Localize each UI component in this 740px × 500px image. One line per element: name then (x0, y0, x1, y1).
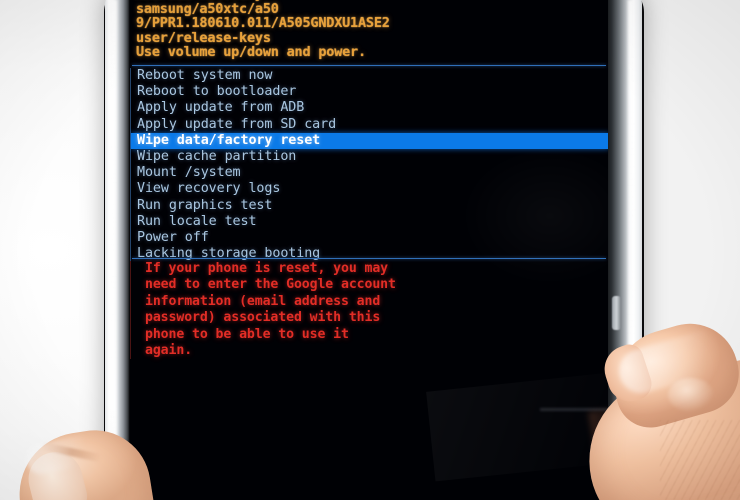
menu-item-run-graphics-test[interactable]: Run graphics test (131, 198, 608, 214)
menu-item-reboot-system-now[interactable]: Reboot system now (131, 68, 608, 84)
menu-item-mount-system[interactable]: Mount /system (131, 165, 608, 181)
screenshot-scene: Android Recovery samsung/a50xtc/a50 9/PP… (0, 0, 740, 500)
power-button[interactable] (612, 296, 621, 330)
warning-line-3: information (email address and (145, 293, 381, 309)
menu-item-lacking-storage-booting[interactable]: Lacking storage booting (131, 246, 608, 262)
menu-item-power-off[interactable]: Power off (131, 230, 608, 246)
menu-item-apply-update-from-adb[interactable]: Apply update from ADB (131, 100, 608, 116)
reset-warning-block: If your phone is reset, you may need to … (130, 261, 608, 360)
phone-left-rail-highlight (112, 0, 117, 500)
warning-line-5: phone to be able to use it (145, 326, 349, 342)
warning-line-2: need to enter the Google account (145, 277, 396, 293)
menu-divider (132, 258, 606, 259)
warning-line-4: password) associated with this (145, 310, 381, 326)
menu-item-reboot-to-bootloader[interactable]: Reboot to bootloader (131, 84, 608, 100)
header-divider (132, 65, 606, 66)
right-hand-hair-texture (660, 420, 740, 500)
menu-item-run-locale-test[interactable]: Run locale test (131, 214, 608, 230)
header-line-device: samsung/a50xtc/a50 (136, 0, 279, 17)
phone-left-rail (105, 0, 129, 500)
menu-item-wipe-data-factory-reset[interactable]: Wipe data/factory reset (131, 132, 608, 149)
recovery-screen: Android Recovery samsung/a50xtc/a50 9/PP… (130, 0, 608, 500)
warning-line-1: If your phone is reset, you may (145, 261, 389, 276)
recovery-menu: Reboot system now Reboot to bootloader A… (130, 68, 608, 263)
recovery-header: Android Recovery samsung/a50xtc/a50 9/PP… (130, 0, 608, 60)
menu-item-view-recovery-logs[interactable]: View recovery logs (131, 181, 608, 197)
menu-item-apply-update-from-sd-card[interactable]: Apply update from SD card (131, 117, 608, 133)
header-line-instructions: Use volume up/down and power. (136, 44, 366, 61)
warning-line-6: again. (145, 343, 193, 359)
screen-reflection-lower (426, 360, 608, 482)
header-line-build: 9/PPR1.180610.011/A505GNDXU1ASE2 (136, 15, 390, 32)
menu-item-wipe-cache-partition[interactable]: Wipe cache partition (131, 149, 608, 165)
